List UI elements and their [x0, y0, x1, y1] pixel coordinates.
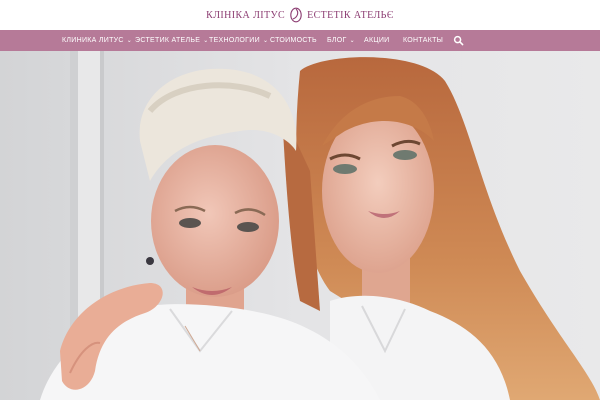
nav-item-label: СТОИМОСТЬ	[270, 37, 317, 44]
chevron-down-icon: ⌄	[126, 37, 133, 44]
logo-text-left: КЛІНІКА ЛІТУС	[206, 9, 286, 21]
nav-item-label: ЭСТЕТИК АТЕЛЬЕ	[135, 37, 201, 44]
main-navigation: КЛИНИКА ЛИТУС ⌄ ЭСТЕТИК АТЕЛЬЕ ⌄ ТЕХНОЛО…	[0, 30, 600, 51]
nav-item-label: ТЕХНОЛОГИИ	[209, 37, 260, 44]
chevron-down-icon: ⌄	[349, 37, 355, 44]
nav-item-label: КОНТАКТЫ	[403, 37, 444, 44]
nav-item-kontakty[interactable]: КОНТАКТЫ	[403, 30, 443, 51]
logo-text-right: ЕСТЕТІК АТЕЛЬЄ	[307, 9, 394, 21]
chevron-down-icon: ⌄	[262, 37, 269, 44]
hero-banner	[0, 51, 600, 400]
nav-item-blog[interactable]: БЛОГ ⌄	[327, 30, 355, 51]
nav-item-label: БЛОГ	[327, 37, 347, 44]
logo-mark-icon	[290, 7, 302, 23]
nav-item-label: КЛИНИКА ЛИТУС	[62, 37, 124, 44]
site-logo[interactable]: КЛІНІКА ЛІТУС ЕСТЕТІК АТЕЛЬЄ	[206, 7, 394, 23]
hero-photo	[0, 51, 600, 400]
nav-item-klinika-litus[interactable]: КЛИНИКА ЛИТУС ⌄	[62, 30, 132, 51]
nav-item-aktsii[interactable]: АКЦИИ	[364, 30, 390, 51]
search-icon[interactable]	[453, 35, 464, 46]
nav-item-stoimost[interactable]: СТОИМОСТЬ	[270, 30, 317, 51]
chevron-down-icon: ⌄	[203, 37, 209, 44]
nav-item-estetik-atelie[interactable]: ЭСТЕТИК АТЕЛЬЕ ⌄	[135, 30, 209, 51]
nav-item-label: АКЦИИ	[364, 37, 390, 44]
nav-item-tekhnologii[interactable]: ТЕХНОЛОГИИ ⌄	[209, 30, 268, 51]
site-header: КЛІНІКА ЛІТУС ЕСТЕТІК АТЕЛЬЄ	[0, 0, 600, 30]
